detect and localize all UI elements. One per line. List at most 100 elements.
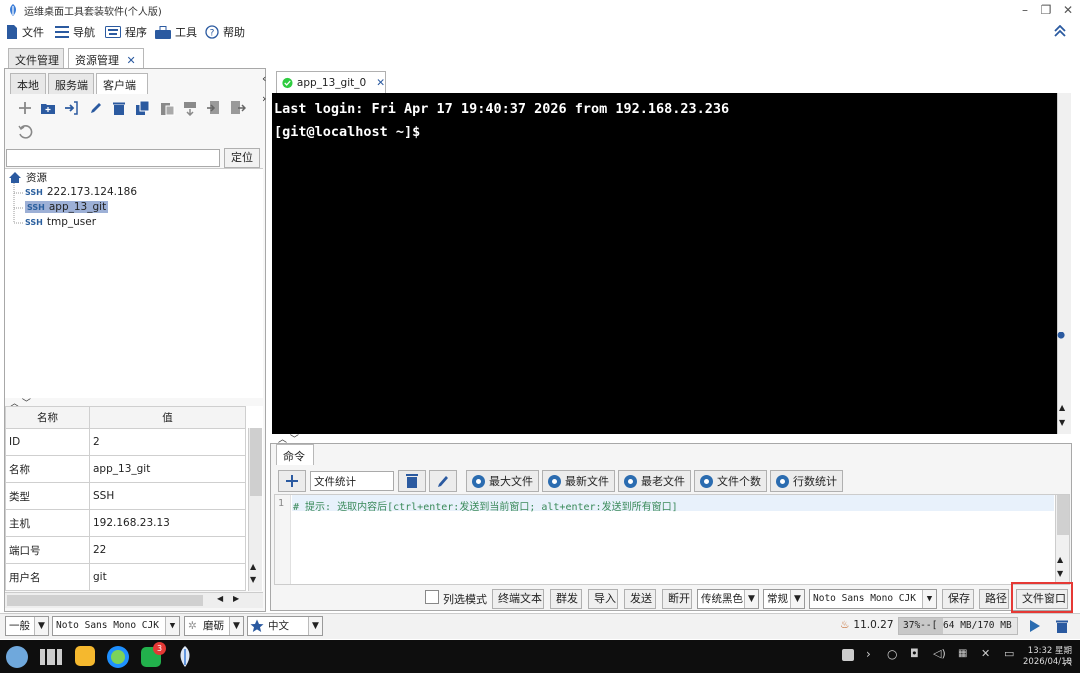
upload-icon[interactable] (182, 100, 198, 116)
path-button[interactable]: 路径 (979, 589, 1009, 609)
volume-icon[interactable]: ◁) (933, 647, 946, 660)
close-window-button[interactable]: ✕ (1060, 2, 1076, 18)
trash-icon[interactable] (1054, 618, 1070, 634)
skin-select[interactable]: ✲ 磨砺 ▼ (184, 616, 244, 636)
menu-nav[interactable]: 导航 (55, 23, 95, 41)
collapse-up-icon[interactable] (1054, 25, 1066, 37)
launcher-icon[interactable] (6, 646, 28, 668)
prop-value[interactable]: app_13_git (89, 455, 246, 483)
scroll-down-icon[interactable]: ▼ (1057, 569, 1063, 578)
tab-command[interactable]: 命令 (276, 444, 314, 465)
cloud-icon[interactable] (842, 649, 854, 661)
wrench-icon[interactable] (1055, 332, 1069, 346)
search-icon[interactable]: ○ (887, 647, 897, 661)
import-icon[interactable] (206, 100, 222, 116)
edit-command-button[interactable] (429, 470, 457, 492)
delete-icon[interactable] (111, 100, 127, 116)
scroll-up-icon[interactable]: ▲ (1057, 555, 1063, 564)
scrollbar-thumb[interactable] (250, 428, 262, 496)
disconnect-button[interactable]: 断开 (662, 589, 692, 609)
tab-resource-manager[interactable]: 资源管理 ✕ (68, 48, 144, 69)
import-button[interactable]: 导入 (588, 589, 618, 609)
prop-value[interactable]: 192.168.23.13 (89, 509, 246, 537)
scroll-up-icon[interactable]: ▲ (1059, 403, 1065, 412)
prop-value[interactable]: SSH (89, 482, 246, 510)
terminal-screen[interactable]: Last login: Fri Apr 17 19:40:37 2026 fro… (272, 93, 1057, 434)
prop-value[interactable]: 2 (89, 428, 246, 456)
tab-server[interactable]: 服务端 (48, 73, 94, 94)
ops-app-icon[interactable] (175, 645, 195, 669)
paste-icon[interactable] (159, 100, 175, 116)
chevron-right-icon[interactable]: › (866, 647, 871, 661)
line-count-button[interactable]: 行数统计 (770, 470, 843, 492)
tree-item[interactable]: SSH tmp_user (25, 216, 96, 228)
tree-item[interactable]: SSH 222.173.124.186 (25, 186, 137, 198)
command-name-input[interactable]: 文件统计 (310, 471, 394, 491)
language-select[interactable]: 中文 ▼ (247, 616, 323, 636)
export-icon[interactable] (230, 100, 246, 116)
file-window-button[interactable]: 文件窗口 (1016, 589, 1068, 609)
keyboard-icon[interactable]: ▦ (958, 648, 967, 659)
restore-icon[interactable]: ❐ (1038, 2, 1054, 18)
memory-indicator[interactable]: 37%--[ 64 MB/170 MB ] (898, 617, 1018, 635)
locate-input[interactable] (6, 149, 220, 167)
largest-file-button[interactable]: 最大文件 (466, 470, 539, 492)
oldest-file-button[interactable]: 最老文件 (618, 470, 691, 492)
h-scrollbar[interactable]: ◀ ▶ (5, 592, 263, 608)
status-font-select[interactable]: Noto Sans Mono CJK SC ▼ (52, 616, 180, 636)
terminal-text-button[interactable]: 终端文本 (492, 589, 544, 609)
minimize-button[interactable]: – (1017, 2, 1033, 18)
save-button[interactable]: 保存 (942, 589, 974, 609)
scroll-down-icon[interactable]: ▼ (1059, 418, 1065, 427)
theme-select[interactable]: 传统黑色 ▼ (697, 589, 759, 609)
network-icon[interactable]: ◘ (910, 647, 919, 660)
prop-value[interactable]: git (89, 563, 246, 591)
newest-file-button[interactable]: 最新文件 (542, 470, 615, 492)
scroll-down-icon[interactable]: ▼ (250, 575, 256, 584)
app-folder-icon[interactable] (75, 646, 95, 666)
send-button[interactable]: 发送 (624, 589, 656, 609)
scroll-right-icon[interactable]: ▶ (233, 594, 239, 603)
locate-button[interactable]: 定位 (224, 148, 260, 168)
add-command-button[interactable] (278, 470, 306, 492)
close-tab-icon[interactable]: ✕ (127, 54, 136, 67)
collapse-left-icon[interactable]: ‹ (262, 72, 266, 85)
command-editor[interactable]: 1 # 提示: 选取内容后[ctrl+enter:发送到当前窗口; alt+en… (274, 494, 1070, 585)
play-icon[interactable] (1026, 618, 1042, 634)
style-select[interactable]: 常规 ▼ (763, 589, 805, 609)
editor-scrollbar[interactable]: ▲ ▼ (1055, 495, 1069, 584)
add-icon[interactable] (17, 100, 33, 116)
expand-right-icon[interactable]: › (262, 92, 266, 105)
multitask-icon[interactable] (40, 649, 62, 665)
menu-program[interactable]: 程序 (105, 23, 147, 41)
font-select[interactable]: Noto Sans Mono CJK SC ▼ (809, 589, 937, 609)
tree-item-selected[interactable]: SSH app_13_git (25, 201, 109, 213)
close-session-icon[interactable]: ✕ (376, 77, 385, 89)
session-tab[interactable]: app_13_git_0 ✕ (276, 71, 386, 93)
edit-icon[interactable] (88, 100, 104, 116)
scrollbar-thumb[interactable] (1057, 495, 1069, 535)
scroll-left-icon[interactable]: ◀ (217, 594, 223, 603)
copy-icon[interactable] (135, 100, 151, 116)
file-count-button[interactable]: 文件个数 (694, 470, 767, 492)
menu-file[interactable]: 文件 (6, 23, 44, 41)
prop-value[interactable]: 22 (89, 536, 246, 564)
menu-tools[interactable]: 工具 (155, 23, 197, 41)
tab-client[interactable]: 客户端 (96, 73, 148, 94)
login-icon[interactable] (63, 100, 79, 116)
broadcast-button[interactable]: 群发 (550, 589, 582, 609)
tab-file-manager[interactable]: 文件管理 (8, 48, 64, 69)
general-select[interactable]: 一般 ▼ (5, 616, 49, 636)
delete-command-button[interactable] (398, 470, 426, 492)
bluetooth-icon[interactable]: ✕ (981, 647, 990, 660)
browser-icon[interactable] (107, 646, 129, 668)
h-scrollbar-thumb[interactable] (7, 595, 203, 606)
refresh-icon[interactable] (17, 124, 33, 140)
table-scrollbar[interactable]: ▲ ▼ (248, 428, 262, 591)
tab-local[interactable]: 本地 (10, 73, 46, 94)
column-mode-checkbox[interactable] (425, 590, 439, 604)
scroll-up-icon[interactable]: ▲ (250, 562, 256, 571)
terminal-scrollbar[interactable]: ▲ ▼ (1057, 93, 1071, 434)
menu-help[interactable]: ? 帮助 (205, 23, 245, 41)
message-icon[interactable]: ▭ (1004, 647, 1014, 660)
